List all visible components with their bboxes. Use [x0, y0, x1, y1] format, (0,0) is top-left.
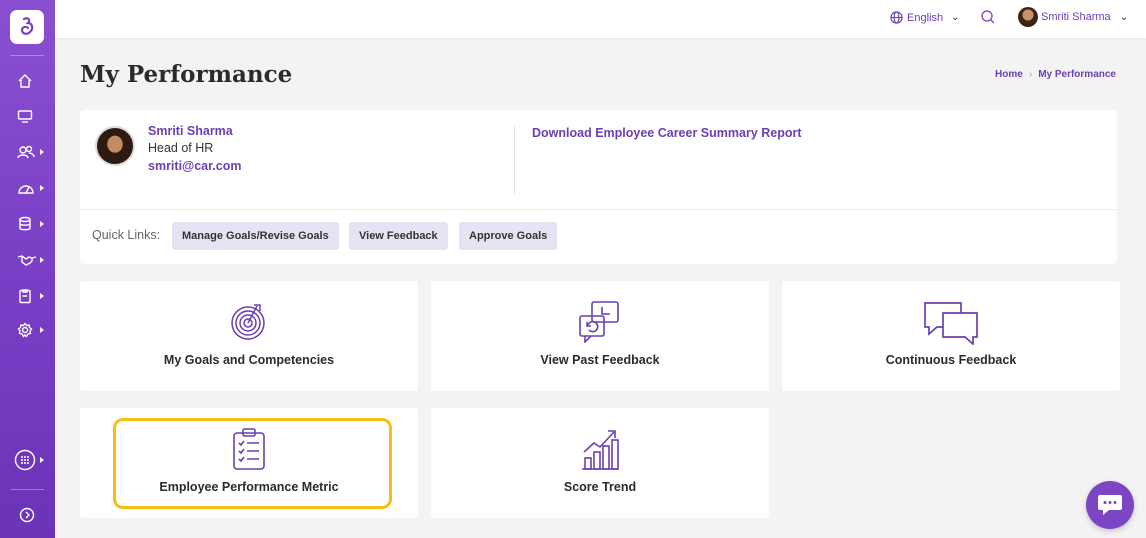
sidebar-item-dashboard[interactable] [17, 178, 44, 198]
submenu-caret-icon [40, 457, 44, 463]
tile-score-trend[interactable]: Score Trend [431, 408, 769, 518]
sidebar-item-home[interactable] [17, 71, 41, 91]
tile-my-goals[interactable]: My Goals and Competencies [80, 281, 418, 391]
submenu-caret-icon [40, 293, 44, 299]
home-icon [18, 74, 32, 88]
user-menu-name: Smriti Sharma [1041, 11, 1111, 23]
submenu-caret-icon [40, 185, 44, 191]
tile-label: View Past Feedback [540, 353, 660, 367]
chevron-down-icon: ⌄ [951, 12, 960, 23]
language-selector[interactable]: English ⌄ [890, 11, 959, 24]
sidebar-divider [10, 55, 44, 56]
handshake-icon [17, 255, 37, 266]
logo-mark-icon [20, 17, 34, 35]
sidebar-item-clipboard[interactable] [17, 286, 44, 306]
quick-links-label: Quick Links: [92, 228, 161, 242]
monitor-icon [17, 110, 33, 123]
tile-employee-performance-metric[interactable]: Employee Performance Metric [80, 408, 418, 518]
clipboard-icon [19, 289, 31, 304]
sidebar-item-handshake[interactable] [17, 250, 44, 270]
tile-label: Continuous Feedback [885, 353, 1017, 367]
chat-support-button[interactable] [1086, 481, 1134, 529]
profile-card: Smriti Sharma Head of HR smriti@car.com … [80, 110, 1117, 264]
breadcrumb-current: My Performance [1038, 69, 1116, 80]
submenu-caret-icon [40, 327, 44, 333]
search-icon [981, 10, 995, 24]
tile-label: Employee Performance Metric [159, 480, 339, 494]
app-logo[interactable] [10, 10, 44, 44]
feedback-history-icon [579, 301, 619, 344]
quick-link-approve-goals[interactable]: Approve Goals [459, 222, 558, 250]
top-bar: English ⌄ Smriti Sharma ⌄ [55, 0, 1146, 38]
profile-email[interactable]: smriti@car.com [148, 159, 241, 173]
globe-icon [890, 11, 903, 24]
sidebar-item-monitor[interactable] [17, 106, 41, 126]
submenu-caret-icon [40, 149, 44, 155]
language-label: English [907, 11, 944, 24]
submenu-caret-icon [40, 257, 44, 263]
sidebar-expand-toggle[interactable] [19, 505, 43, 525]
breadcrumb-separator-icon: › [1028, 69, 1033, 80]
sidebar-item-users[interactable] [17, 142, 44, 162]
download-career-report-link[interactable]: Download Employee Career Summary Report [532, 126, 802, 140]
target-icon [231, 304, 265, 340]
user-menu[interactable]: Smriti Sharma ⌄ [1018, 7, 1128, 27]
apps-grid-icon [14, 449, 36, 471]
sidebar [0, 0, 55, 538]
sidebar-divider [10, 489, 44, 490]
avatar [1018, 7, 1038, 27]
tile-label: My Goals and Competencies [163, 353, 335, 367]
submenu-caret-icon [40, 221, 44, 227]
growth-chart-icon [582, 430, 619, 470]
horizontal-divider [80, 209, 1117, 210]
tile-label: Score Trend [563, 480, 637, 494]
profile-role: Head of HR [148, 141, 214, 155]
breadcrumb: Home › My Performance [995, 69, 1116, 80]
chat-bubbles-icon [924, 302, 978, 346]
sidebar-item-settings[interactable] [17, 320, 44, 340]
settings-icon [17, 322, 33, 338]
sidebar-item-apps[interactable] [14, 449, 44, 471]
clipboard-checklist-icon [233, 428, 265, 470]
dashboard-icon [18, 185, 34, 194]
breadcrumb-home-link[interactable]: Home [995, 69, 1023, 80]
profile-avatar [95, 126, 135, 166]
tile-continuous-feedback[interactable]: Continuous Feedback [782, 281, 1120, 391]
tile-view-past-feedback[interactable]: View Past Feedback [431, 281, 769, 391]
chat-icon [1098, 495, 1122, 515]
quick-link-manage-goals[interactable]: Manage Goals/Revise Goals [172, 222, 339, 250]
chevron-down-icon: ⌄ [1119, 11, 1129, 23]
users-icon [17, 145, 35, 159]
search-button[interactable] [980, 9, 996, 29]
sidebar-item-database[interactable] [17, 214, 44, 234]
page-title: My Performance [80, 61, 293, 88]
vertical-divider [514, 126, 515, 194]
database-icon [19, 216, 31, 231]
quick-link-view-feedback[interactable]: View Feedback [349, 222, 448, 250]
expand-icon [19, 507, 35, 523]
profile-name[interactable]: Smriti Sharma [148, 124, 233, 138]
